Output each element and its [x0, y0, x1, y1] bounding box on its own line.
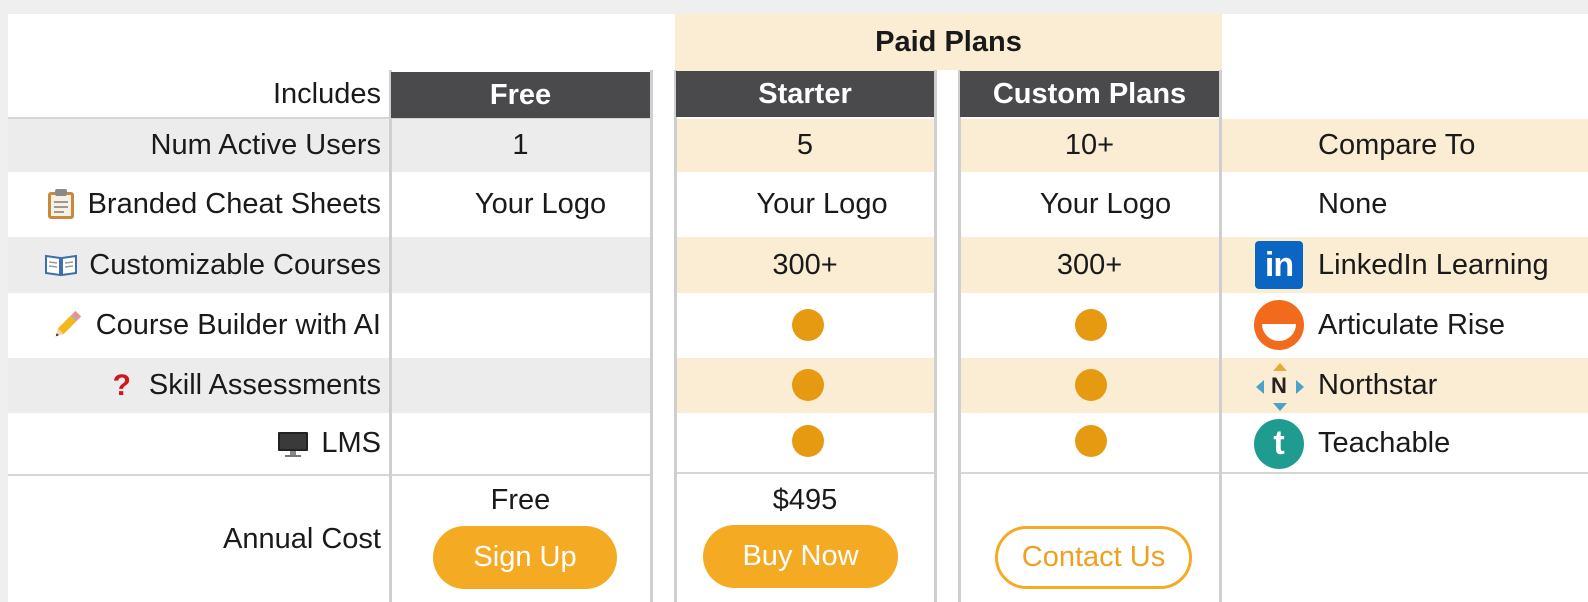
compare-to-label: Compare To: [1318, 129, 1476, 161]
feature-label: Annual Cost: [223, 522, 381, 555]
custom-cheat-sheets: Your Logo: [1039, 187, 1172, 220]
free-cheat-sheets: Your Logo: [474, 187, 607, 220]
divider: [650, 70, 653, 602]
clipboard-icon: [46, 188, 76, 220]
sign-up-button[interactable]: Sign Up: [433, 526, 617, 589]
feature-label: LMS: [321, 427, 381, 459]
desktop-computer-icon: [277, 430, 309, 458]
buy-now-button[interactable]: Buy Now: [703, 525, 898, 588]
divider: [675, 472, 936, 474]
competitor-row: Articulate Rise: [1222, 295, 1588, 355]
paid-plans-label: Paid Plans: [875, 26, 1022, 58]
custom-courses: 300+: [1056, 248, 1123, 281]
teachable-glyph: t: [1254, 418, 1304, 469]
column-gap: [937, 70, 960, 602]
starter-users: 5: [796, 129, 814, 161]
linkedin-icon: in: [1254, 240, 1304, 290]
paid-plans-header: Paid Plans: [675, 14, 1222, 71]
feature-row-label: Course Builder with AI: [8, 295, 391, 355]
feature-label: Branded Cheat Sheets: [87, 187, 381, 220]
starter-cheat-sheets: Your Logo: [756, 187, 888, 220]
feature-row-label: ? Skill Assessments: [8, 358, 391, 413]
teachable-icon: t: [1254, 418, 1304, 469]
feature-included-dot: [792, 309, 824, 341]
plan-name: Custom Plans: [992, 77, 1187, 110]
plan-header-starter: Starter: [676, 71, 934, 117]
plan-name: Starter: [758, 77, 852, 110]
feature-label: Skill Assessments: [148, 369, 381, 401]
feature-included-dot: [1075, 369, 1107, 401]
contact-us-button[interactable]: Contact Us: [995, 526, 1192, 589]
feature-row-label: LMS: [8, 415, 391, 472]
starter-courses: 300+: [772, 248, 838, 281]
feature-row-label: Customizable Courses: [8, 237, 391, 293]
pencil-icon: [50, 308, 84, 342]
divider: [960, 472, 1588, 474]
custom-users: 10+: [1064, 129, 1115, 161]
articulate-icon: [1254, 300, 1304, 350]
competitor-label: Articulate Rise: [1318, 308, 1505, 341]
competitor-row: in LinkedIn Learning: [1222, 237, 1588, 293]
open-book-icon: [45, 253, 78, 277]
question-mark-icon: ?: [112, 368, 131, 402]
feature-included-dot: [1075, 309, 1107, 341]
northstar-icon: N: [1254, 361, 1304, 411]
feature-row-label: Num Active Users: [8, 119, 391, 172]
compare-to-header: Compare To: [1222, 119, 1588, 172]
competitor-row: N Northstar: [1222, 358, 1588, 413]
feature-label: Num Active Users: [150, 129, 381, 161]
competitor-row: None: [1222, 175, 1588, 233]
free-users: 1: [512, 129, 529, 161]
competitor-label: Northstar: [1318, 369, 1438, 401]
competitor-row: t Teachable: [1222, 415, 1588, 472]
feature-label: Course Builder with AI: [95, 308, 381, 341]
feature-included-dot: [792, 369, 824, 401]
plan-header-free: Free: [391, 72, 650, 118]
linkedin-glyph: in: [1255, 241, 1303, 289]
includes-header: Includes: [8, 70, 391, 118]
feature-included-dot: [792, 425, 824, 457]
plan-name: Free: [489, 78, 552, 111]
feature-row-label: Branded Cheat Sheets: [8, 175, 391, 233]
competitor-label: Teachable: [1318, 427, 1451, 459]
includes-label: Includes: [272, 77, 381, 110]
annual-cost-label: Annual Cost: [8, 476, 391, 602]
northstar-glyph: N: [1271, 372, 1287, 398]
competitor-label: None: [1318, 187, 1388, 220]
feature-included-dot: [1075, 425, 1107, 457]
free-price: Free: [490, 483, 551, 516]
top-strip: [0, 0, 1588, 14]
competitor-label: LinkedIn Learning: [1318, 248, 1549, 281]
column-gap: [652, 14, 675, 602]
feature-label: Customizable Courses: [89, 248, 381, 281]
plan-header-custom: Custom Plans: [960, 71, 1219, 117]
starter-price: $495: [772, 483, 838, 516]
divider: [934, 70, 937, 602]
